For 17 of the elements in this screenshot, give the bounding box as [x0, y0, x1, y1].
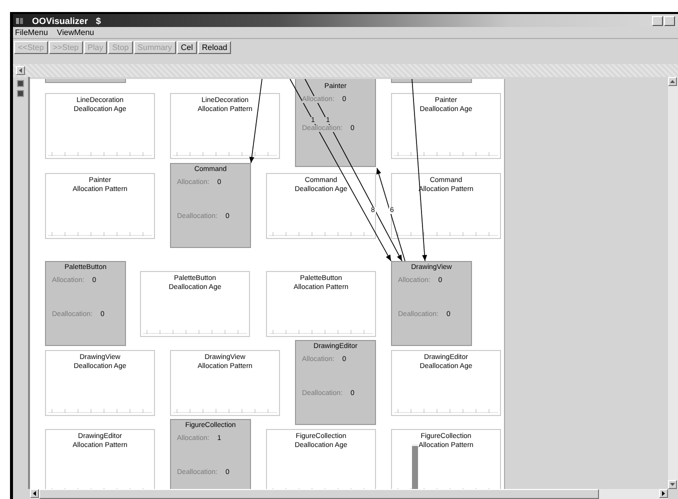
window-title: OOVisualizer — [32, 16, 88, 26]
toolbar-button[interactable]: Cel — [176, 41, 197, 54]
app-icon — [16, 16, 24, 24]
menu-item[interactable]: FileMenu — [15, 28, 48, 37]
menu-item[interactable]: ViewMenu — [56, 28, 94, 37]
up-arrow-icon[interactable] — [670, 80, 675, 83]
left-arrow-icon[interactable] — [33, 491, 36, 496]
vertical-scrollbar[interactable] — [668, 77, 678, 489]
right-arrow-icon[interactable] — [662, 491, 665, 496]
restore-button[interactable] — [664, 16, 675, 26]
left-arrow-icon — [19, 68, 22, 73]
title-symbol: $ — [96, 16, 101, 26]
scroll-left-button[interactable] — [16, 66, 25, 75]
toolbar-button[interactable]: Reload — [198, 41, 232, 54]
down-arrow-icon[interactable] — [670, 483, 675, 486]
horizontal-scrollbar[interactable] — [30, 489, 668, 499]
minimize-button[interactable] — [652, 16, 663, 26]
